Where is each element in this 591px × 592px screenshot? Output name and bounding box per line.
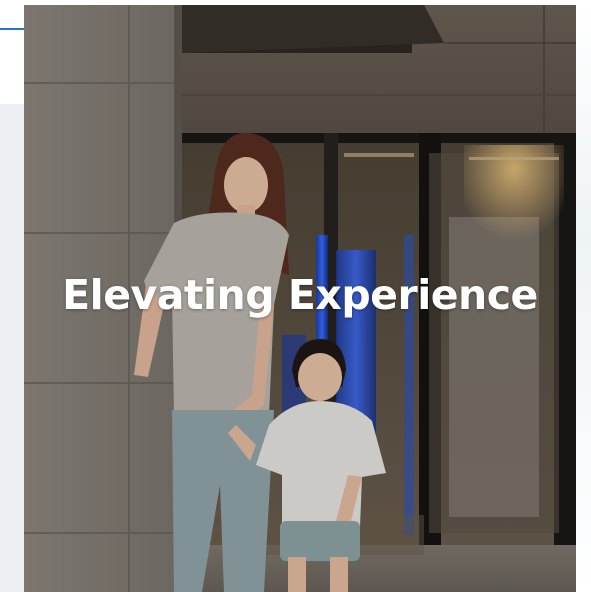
background-panel	[0, 104, 24, 592]
hero-card[interactable]: Elevating Experience	[24, 5, 576, 592]
page: Elevating Experience	[0, 0, 591, 592]
hero-title: Elevating Experience	[62, 271, 538, 319]
accent-line	[0, 28, 24, 30]
